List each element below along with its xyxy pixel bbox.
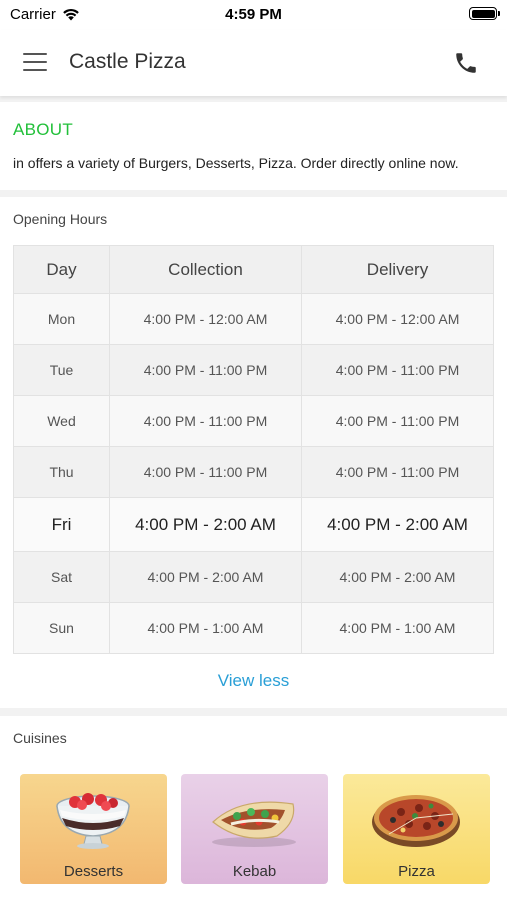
hamburger-menu-icon[interactable] xyxy=(23,53,47,71)
collection-hours-cell: 4:00 PM - 11:00 PM xyxy=(109,344,302,396)
kebab-wrap-icon xyxy=(212,801,296,847)
day-cell: Wed xyxy=(13,395,110,447)
collection-hours-cell: 4:00 PM - 2:00 AM xyxy=(109,551,302,603)
column-header-day: Day xyxy=(13,245,110,294)
collection-hours-cell: 4:00 PM - 1:00 AM xyxy=(109,602,302,654)
day-cell-today: Fri xyxy=(13,497,110,552)
day-cell: Sat xyxy=(13,551,110,603)
opening-hours-title: Opening Hours xyxy=(13,211,108,227)
dessert-bowl-icon xyxy=(56,793,130,849)
battery-icon xyxy=(469,7,500,20)
day-cell: Sun xyxy=(13,602,110,654)
cuisines-section: Cuisines Desserts Kebab Pizza xyxy=(0,716,507,900)
collection-hours-cell: 4:00 PM - 11:00 PM xyxy=(109,446,302,498)
column-header-collection: Collection xyxy=(109,245,302,294)
delivery-hours-cell: 4:00 PM - 1:00 AM xyxy=(301,602,494,654)
page-title: Castle Pizza xyxy=(69,50,186,73)
opening-hours-section: Opening Hours Day Collection Delivery Mo… xyxy=(0,197,507,708)
collection-hours-cell: 4:00 PM - 12:00 AM xyxy=(109,293,302,345)
about-section: ABOUT in offers a variety of Burgers, De… xyxy=(0,102,507,190)
cuisine-label: Pizza xyxy=(398,863,435,880)
cuisine-label: Desserts xyxy=(63,863,124,880)
column-header-delivery: Delivery xyxy=(301,245,494,294)
cuisine-label: Kebab xyxy=(232,863,277,880)
opening-hours-table: Day Collection Delivery Mon 4:00 PM - 12:… xyxy=(13,245,494,654)
view-less-link[interactable]: View less xyxy=(0,671,507,691)
cuisine-tile-desserts[interactable]: Desserts xyxy=(20,774,167,884)
status-time: 4:59 PM xyxy=(225,6,282,23)
delivery-hours-cell: 4:00 PM - 12:00 AM xyxy=(301,293,494,345)
delivery-hours-cell: 4:00 PM - 2:00 AM xyxy=(301,497,494,552)
delivery-hours-cell: 4:00 PM - 11:00 PM xyxy=(301,395,494,447)
day-cell: Mon xyxy=(13,293,110,345)
about-description: in offers a variety of Burgers, Desserts… xyxy=(13,155,459,171)
pizza-icon xyxy=(372,795,460,847)
day-cell: Tue xyxy=(13,344,110,396)
navigation-bar: Castle Pizza xyxy=(0,30,507,96)
about-title: ABOUT xyxy=(13,120,74,139)
cuisine-tile-pizza[interactable]: Pizza xyxy=(343,774,490,884)
cuisines-title: Cuisines xyxy=(13,730,67,746)
delivery-hours-cell: 4:00 PM - 11:00 PM xyxy=(301,446,494,498)
phone-icon[interactable] xyxy=(453,50,479,76)
collection-hours-cell: 4:00 PM - 11:00 PM xyxy=(109,395,302,447)
delivery-hours-cell: 4:00 PM - 2:00 AM xyxy=(301,551,494,603)
cuisine-tile-kebab[interactable]: Kebab xyxy=(181,774,328,884)
status-bar: Carrier 4:59 PM xyxy=(0,0,507,30)
day-cell: Thu xyxy=(13,446,110,498)
delivery-hours-cell: 4:00 PM - 11:00 PM xyxy=(301,344,494,396)
collection-hours-cell: 4:00 PM - 2:00 AM xyxy=(109,497,302,552)
